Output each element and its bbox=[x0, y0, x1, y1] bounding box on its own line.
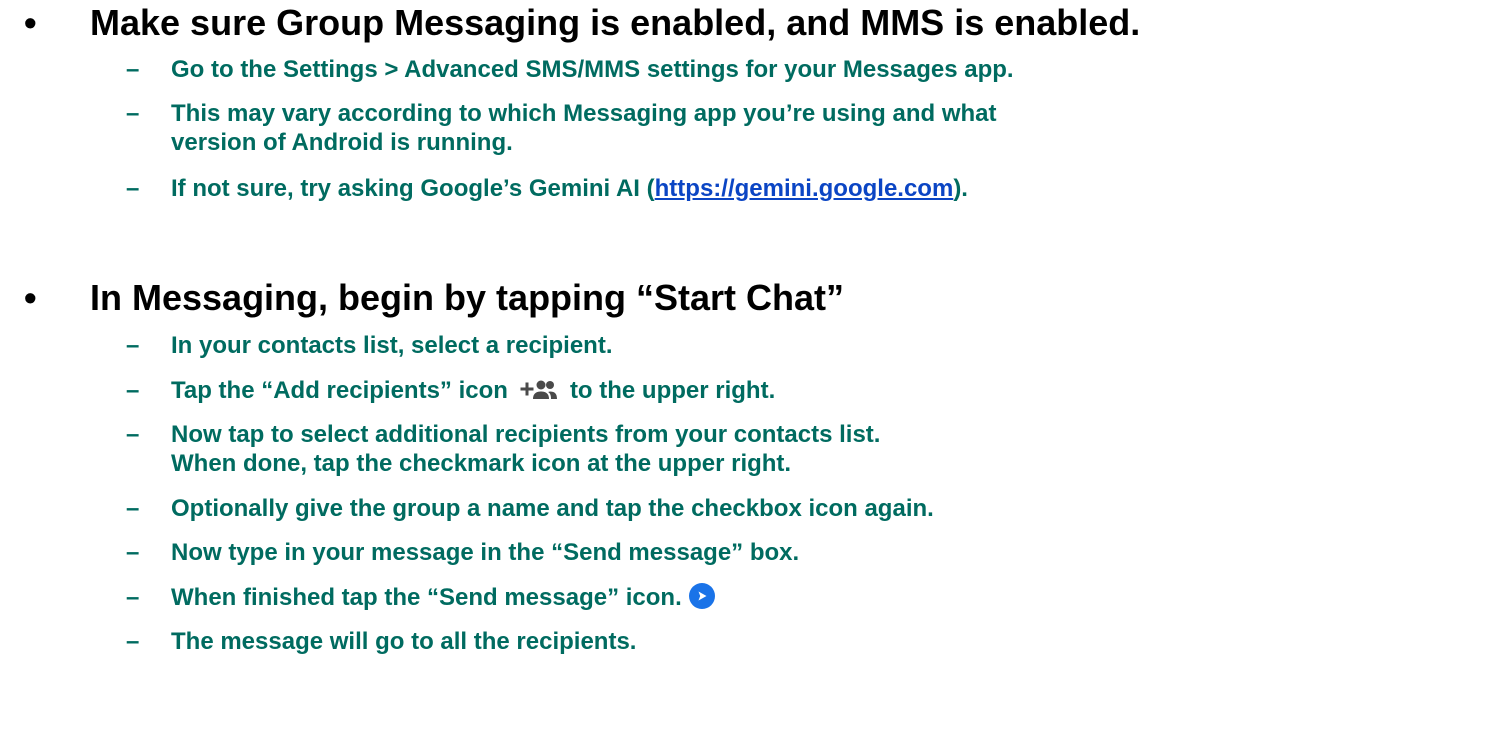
section2-item2-after: to the upper right. bbox=[569, 377, 776, 404]
section1-item2-line2: version of Android is running. bbox=[171, 129, 513, 156]
section2-item6-text: When finished tap the “Send message” ico… bbox=[171, 582, 716, 613]
section2-item2-before: Tap the “Add recipients” icon bbox=[171, 377, 508, 404]
slide: • Make sure Group Messaging is enabled, … bbox=[0, 0, 1496, 737]
section2-item3-line2: When done, tap the checkmark icon at the… bbox=[171, 450, 792, 477]
send-message-icon bbox=[688, 582, 715, 609]
add-recipients-icon bbox=[520, 380, 557, 399]
section2-item3-line1: Now tap to select additional recipients … bbox=[171, 421, 881, 448]
section1-item1-text: Go to the Settings > Advanced SMS/MMS se… bbox=[171, 56, 1014, 83]
section2-heading: In Messaging, begin by tapping “Start Ch… bbox=[90, 277, 845, 318]
section2-item6-label: When finished tap the “Send message” ico… bbox=[171, 584, 682, 611]
bullet-marker: • bbox=[24, 277, 37, 318]
gemini-link[interactable]: https://gemini.google.com bbox=[655, 175, 954, 202]
dash-marker: – bbox=[126, 175, 140, 202]
dash-marker: – bbox=[126, 421, 140, 448]
section1-item3-before: If not sure, try asking Google’s Gemini … bbox=[171, 175, 655, 202]
dash-marker: – bbox=[126, 628, 140, 655]
section1-item3-text: If not sure, try asking Google’s Gemini … bbox=[171, 174, 968, 203]
section1-item3-after: ). bbox=[953, 175, 968, 202]
section2-item2-text: Tap the “Add recipients” icon to the upp… bbox=[171, 376, 775, 405]
section2-item4-text: Optionally give the group a name and tap… bbox=[171, 495, 934, 522]
section2-item1-text: In your contacts list, select a recipien… bbox=[171, 332, 613, 359]
section2-item7-text: The message will go to all the recipient… bbox=[171, 628, 637, 655]
dash-marker: – bbox=[126, 495, 140, 522]
section2-item5-text: Now type in your message in the “Send me… bbox=[171, 539, 800, 566]
bullet-marker: • bbox=[24, 2, 37, 43]
section1-item2-line1: This may vary according to which Messagi… bbox=[171, 100, 997, 127]
dash-marker: – bbox=[126, 539, 140, 566]
section1-heading: Make sure Group Messaging is enabled, an… bbox=[90, 2, 1141, 43]
dash-marker: – bbox=[126, 100, 140, 127]
dash-marker: – bbox=[126, 56, 140, 83]
dash-marker: – bbox=[126, 377, 140, 404]
dash-marker: – bbox=[126, 332, 140, 359]
dash-marker: – bbox=[126, 584, 140, 611]
